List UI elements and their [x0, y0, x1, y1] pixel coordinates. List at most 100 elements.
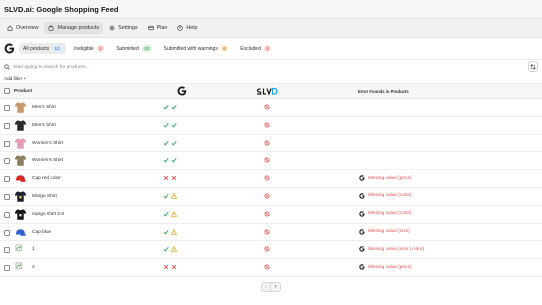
header-product: Product [14, 89, 33, 94]
filter-tab-label: All products [23, 45, 50, 52]
product-name[interactable]: 1 [32, 247, 35, 252]
filter-tab-excluded[interactable]: Excluded 2 [236, 43, 275, 54]
product-thumbnail [14, 137, 27, 149]
row-checkbox[interactable] [4, 176, 10, 183]
nav-tab-label: Help [186, 25, 198, 31]
app-title: SLVD.ai: Google Shopping Feed [4, 4, 119, 14]
row-checkbox[interactable] [4, 265, 10, 272]
nav-tab-settings[interactable]: Settings [105, 22, 141, 34]
filter-tab-all-products[interactable]: All products 12 [19, 43, 67, 54]
product-name[interactable]: Women's Shirt [32, 158, 63, 163]
table-row[interactable]: Cap blue Missing value [size] [0, 224, 542, 242]
warning-icon [171, 228, 177, 235]
product-thumbnail [14, 120, 27, 131]
filter-tab-ineligible[interactable]: Ineligible 2 [70, 43, 108, 54]
error-cell: Missing value [color] [359, 193, 411, 199]
product-thumbnail [15, 262, 23, 270]
search-input[interactable]: Start typing to search for products... [13, 65, 89, 70]
product-name[interactable]: Margo Shirt [32, 194, 57, 199]
table-row[interactable]: Women's Shirt [0, 135, 542, 153]
blocked-icon [264, 193, 270, 199]
count-badge: 10 [141, 45, 152, 52]
x-icon [171, 265, 177, 270]
products-card: All products 12 Ineligible 2 Submitted 10 Subm… [0, 37, 542, 305]
row-checkbox[interactable] [4, 229, 10, 236]
error-message: Missing value [size | color] [368, 246, 424, 252]
prev-page-button[interactable]: ‹ [262, 283, 271, 291]
google-small-icon [359, 264, 365, 270]
filter-tab-label: Excluded [240, 45, 261, 52]
nav-tab-plan[interactable]: Plan [144, 22, 172, 34]
table-body: Men's Shirt Men's Shirt Women's Shirt Women… [0, 99, 542, 277]
product-name[interactable]: Men's Shirt [32, 105, 56, 110]
product-name[interactable]: margo shirt 2.0 [32, 212, 64, 217]
error-message: Missing value [price] [368, 264, 412, 270]
table-row[interactable]: Margo Shirt Missing value [color] [0, 188, 542, 206]
gear-icon [109, 25, 115, 31]
product-name[interactable]: Men's Shirt [32, 123, 56, 128]
search-bar[interactable]: Start typing to search for products... [0, 60, 542, 74]
google-small-icon [359, 246, 365, 253]
check-icon [163, 247, 169, 252]
filter-tab-submitted-with-warnings[interactable]: Submitted with warnings 6 [160, 43, 233, 54]
warning-icon [171, 192, 177, 199]
row-checkbox[interactable] [4, 105, 10, 111]
row-checkbox[interactable] [4, 247, 10, 254]
product-thumbnail [15, 228, 27, 236]
google-small-icon [359, 228, 365, 235]
row-checkbox[interactable] [4, 140, 10, 147]
nav-tab-overview[interactable]: Overview [3, 22, 42, 34]
header-errors: Error Founds in Products [358, 89, 409, 94]
table-row[interactable]: 1 Missing value [size | color] [0, 241, 542, 260]
nav-tab-manage-products[interactable]: Manage products [44, 22, 104, 34]
nav-tab-label: Plan [156, 25, 168, 31]
google-status [163, 175, 177, 181]
product-name[interactable]: Cap blue [32, 230, 51, 235]
product-name[interactable]: 2 [32, 265, 35, 270]
table-row[interactable]: Cap red color Missing value [price] [0, 170, 542, 188]
slvd-logo-icon [256, 87, 278, 96]
next-page-button[interactable]: › [271, 283, 280, 291]
product-name[interactable]: Cap red color [32, 176, 61, 181]
filter-tab-label: Ineligible [74, 45, 94, 52]
row-checkbox[interactable] [4, 193, 10, 200]
row-checkbox[interactable] [4, 122, 10, 129]
count-badge: 12 [52, 45, 63, 52]
product-name[interactable]: Women's Shirt [32, 141, 63, 146]
google-status [163, 264, 177, 270]
help-icon [177, 25, 184, 31]
google-status [163, 210, 177, 217]
check-icon [163, 105, 169, 110]
filter-tab-label: Submitted with warnings [163, 45, 218, 52]
card-icon [147, 25, 154, 31]
google-status [163, 192, 177, 199]
table-row[interactable]: Men's Shirt [0, 99, 542, 117]
table-row[interactable]: Men's Shirt [0, 117, 542, 135]
row-checkbox[interactable] [4, 211, 10, 218]
table-header: Product Error Founds in Products [0, 84, 542, 99]
google-logo-button[interactable] [3, 43, 15, 55]
filter-tab-submitted[interactable]: Submitted 10 [112, 43, 155, 54]
check-icon [171, 158, 177, 163]
error-message: Missing value [color] [368, 211, 412, 217]
sort-button[interactable] [528, 61, 538, 72]
row-checkbox[interactable] [4, 158, 10, 165]
product-thumbnail [15, 175, 27, 182]
google-logo-icon [4, 43, 14, 54]
blocked-icon [264, 211, 270, 217]
product-thumbnail [14, 209, 27, 220]
table-row[interactable]: Women's Shirt [0, 152, 542, 171]
select-all-checkbox[interactable] [4, 88, 10, 94]
nav-tab-help[interactable]: Help [173, 22, 201, 34]
table-row[interactable]: margo shirt 2.0 Missing value [color] [0, 206, 542, 224]
google-small-icon [359, 175, 365, 181]
add-filter-button[interactable]: Add filter + [0, 74, 542, 84]
search-icon [4, 64, 10, 70]
check-icon [171, 140, 177, 146]
error-cell: Missing value [size | color] [359, 246, 424, 253]
table-row[interactable]: 2 Missing value [price] [0, 259, 542, 277]
sort-icon [530, 63, 536, 70]
pagination: ‹ › [261, 282, 281, 292]
blocked-icon [264, 122, 270, 128]
blocked-icon [264, 264, 270, 270]
